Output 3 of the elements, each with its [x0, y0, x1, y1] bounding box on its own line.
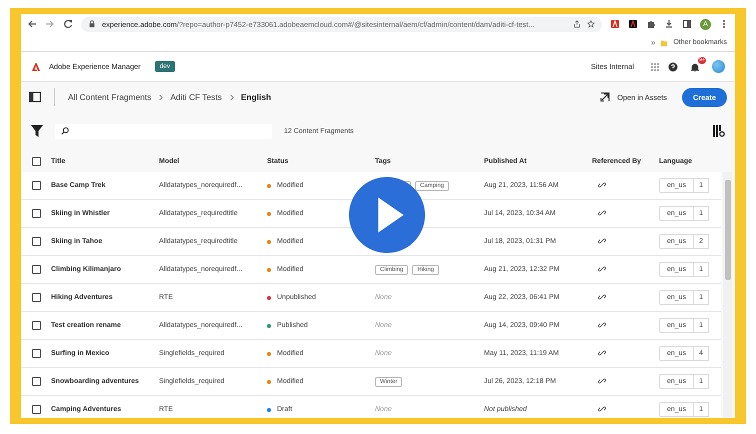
breadcrumb-link[interactable]: All Content Fragments [68, 92, 152, 102]
breadcrumb-link[interactable]: Aditi CF Tests [170, 92, 222, 102]
bookmarks-more-button[interactable]: » [650, 38, 656, 47]
